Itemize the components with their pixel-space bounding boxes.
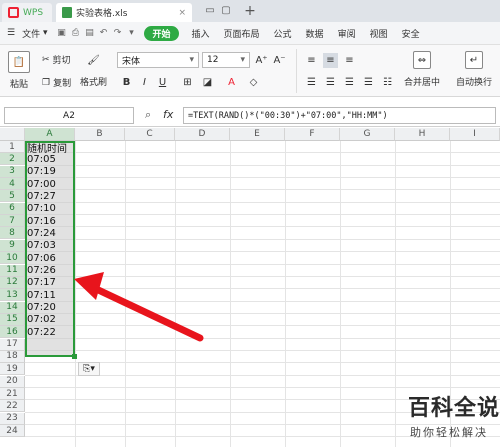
red-arrow-annotation xyxy=(74,272,204,342)
watermark-title: 百科全说 xyxy=(408,396,500,421)
watermark-logo: 百科全说 助你轻松解决 xyxy=(380,390,500,447)
watermark-subtitle: 助你轻松解决 xyxy=(410,426,488,439)
